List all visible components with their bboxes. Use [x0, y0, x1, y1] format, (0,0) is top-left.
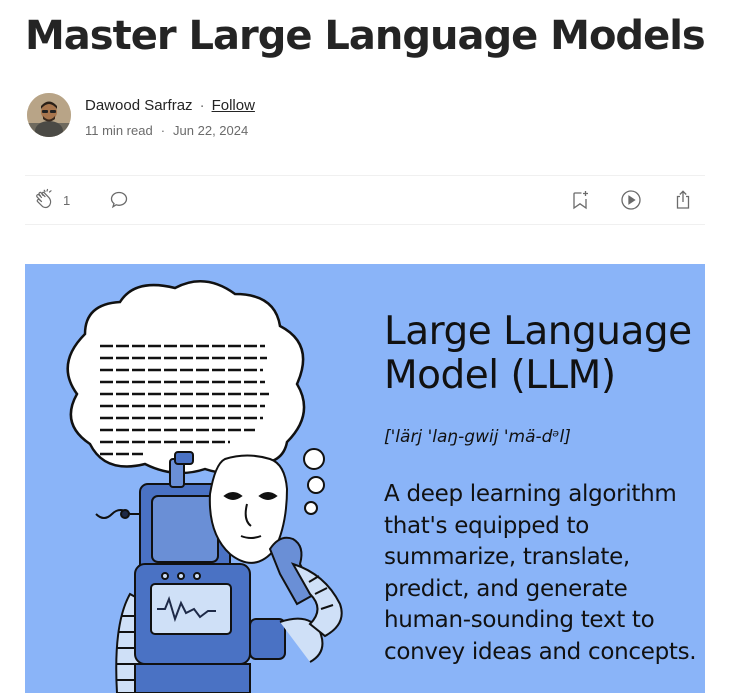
byline: Dawood Sarfraz · Follow 11 min read · Jun 22…: [27, 93, 707, 139]
hero-title-line2: Model (LLM): [384, 353, 616, 398]
robot-illustration: [66, 280, 343, 693]
play-icon: [621, 190, 641, 210]
hero-image: Large Language Model (LLM) ['lärj 'laŋ-g…: [25, 264, 705, 693]
bookmark-add-icon: [573, 191, 588, 210]
author-avatar[interactable]: [27, 93, 71, 137]
save-button[interactable]: [568, 188, 592, 212]
comment-icon: [110, 191, 128, 209]
share-button[interactable]: [671, 188, 695, 212]
clap-count: 1: [63, 192, 71, 208]
clap-icon: [36, 188, 52, 209]
hero-pronunciation: ['lärj 'laŋ-gwij 'mä-dᵊl]: [384, 427, 571, 447]
meta-separator: ·: [160, 123, 166, 138]
article-title: Master Large Language Models: [25, 13, 706, 59]
author-row: Dawood Sarfraz · Follow: [85, 97, 255, 114]
publish-date: Jun 22, 2024: [173, 123, 249, 138]
hero-description: A deep learning algorithm that's equippe…: [384, 481, 697, 665]
listen-button[interactable]: [619, 188, 643, 212]
hero-title-line1: Large Language: [384, 309, 692, 354]
meta-row: 11 min read · Jun 22, 2024: [85, 123, 248, 138]
author-separator: ·: [199, 97, 205, 114]
author-name[interactable]: Dawood Sarfraz: [85, 97, 193, 114]
action-bar: 1: [25, 175, 705, 225]
read-time: 11 min read: [85, 123, 153, 138]
hero-title: Large Language Model (LLM): [384, 310, 692, 398]
avatar-photo: [27, 93, 71, 137]
follow-link[interactable]: Follow: [212, 97, 255, 114]
comment-button[interactable]: [107, 188, 131, 212]
clap-button[interactable]: 1: [33, 188, 70, 212]
share-icon: [676, 190, 690, 209]
